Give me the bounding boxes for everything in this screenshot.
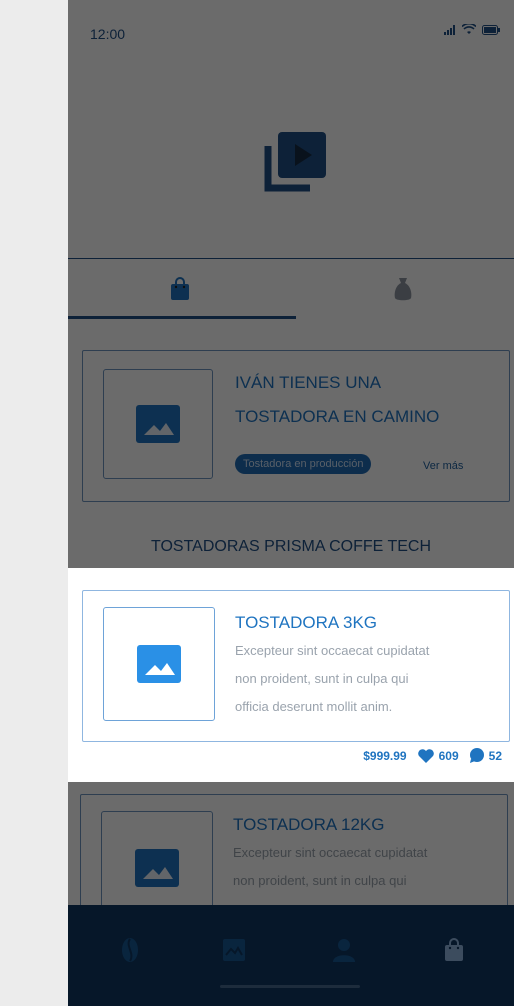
product-title: TOSTADORA 12KG (233, 815, 385, 834)
shopping-bag-icon (445, 938, 463, 961)
person-icon (333, 939, 355, 962)
home-indicator (220, 985, 360, 988)
product-description-line-2: non proident, sunt in culpa qui (235, 671, 409, 686)
coffee-bean-icon (122, 938, 138, 962)
section-title: TOSTADORAS PRISMA COFFE TECH (150, 538, 432, 555)
likes-stat[interactable]: 609 (417, 748, 459, 764)
see-more-link[interactable]: Ver más (423, 460, 463, 472)
product-title: TOSTADORA 3KG (235, 613, 378, 632)
comments-count: 52 (488, 749, 502, 763)
image-icon (135, 849, 179, 887)
product-stats: $999.99 609 52 (363, 748, 502, 764)
product-price: $999.99 (363, 749, 407, 763)
product-description-line-3: officia deserunt mollit anim. (235, 699, 393, 714)
nav-item-profile[interactable] (324, 930, 364, 970)
image-icon (136, 405, 180, 443)
status-bar: 12:00 (68, 0, 514, 70)
shopping-bag-icon (170, 277, 189, 300)
nav-item-gallery[interactable] (214, 930, 254, 970)
notification-title-line-2: TOSTADORA EN CAMINO (235, 407, 440, 426)
chat-bubble-icon (469, 748, 484, 763)
sack-icon (394, 278, 411, 301)
video-library-icon (264, 132, 326, 192)
heart-icon (417, 749, 434, 763)
status-badge: Tostadora en producción (235, 454, 372, 474)
notification-card[interactable]: IVÁN TIENES UNA TOSTADORA EN CAMINO Tost… (82, 350, 510, 502)
product-description-line-1: Excepteur sint occaecat cupidatat (235, 643, 430, 658)
wifi-icon (462, 24, 476, 34)
bottom-navigation (68, 905, 514, 1006)
comments-stat[interactable]: 52 (469, 748, 502, 764)
phone-screen: 12:00 IVÁN TIENES UNA TOSTADORA EN CAMIN… (68, 0, 514, 1006)
likes-count: 609 (438, 749, 459, 763)
nav-item-coffee[interactable] (110, 930, 150, 970)
hero-banner (68, 70, 514, 260)
signal-icon (444, 24, 455, 35)
image-gallery-icon (223, 939, 245, 961)
status-time: 12:00 (90, 26, 126, 42)
tab-supplies[interactable] (291, 259, 514, 319)
product-card[interactable]: TOSTADORA 3KG Excepteur sint occaecat cu… (82, 590, 510, 742)
battery-icon (482, 24, 500, 35)
product-description-line-2: non proident, sunt in culpa qui (233, 873, 407, 888)
tab-products[interactable] (68, 259, 291, 319)
status-icons (444, 24, 500, 35)
image-icon (137, 645, 181, 683)
notification-thumbnail (103, 369, 213, 479)
nav-item-shop[interactable] (434, 930, 474, 970)
tab-bar (68, 258, 514, 319)
product-thumbnail (103, 607, 215, 721)
notification-title-line-1: IVÁN TIENES UNA (235, 373, 382, 392)
tab-active-indicator (68, 316, 296, 319)
product-description-line-1: Excepteur sint occaecat cupidatat (233, 845, 428, 860)
